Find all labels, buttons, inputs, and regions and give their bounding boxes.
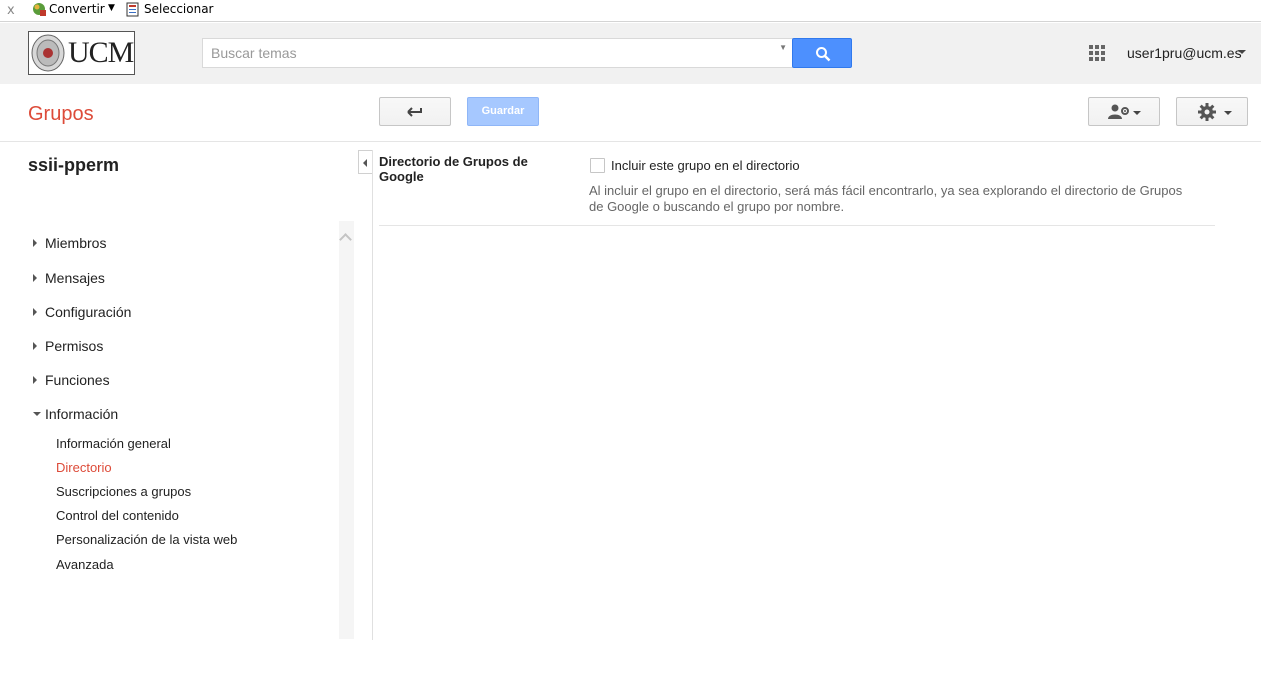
header: UCM ▼ user1pru@ucm.es xyxy=(0,23,1261,84)
include-in-directory-checkbox[interactable] xyxy=(590,158,605,173)
user-account-menu[interactable]: user1pru@ucm.es xyxy=(1127,45,1242,61)
expand-arrow-icon[interactable] xyxy=(33,274,37,282)
section-divider xyxy=(379,225,1215,226)
chevron-down-icon[interactable] xyxy=(1238,50,1246,54)
sidebar-divider xyxy=(372,150,373,640)
sidebar-item-settings[interactable]: Configuración xyxy=(45,304,131,320)
sidebar-scrollbar[interactable] xyxy=(339,221,354,639)
sidebar-item-information[interactable]: Información xyxy=(45,406,118,422)
chevron-down-icon xyxy=(1133,111,1141,115)
member-actions-button[interactable] xyxy=(1088,97,1160,126)
sidebar-subitem-advanced[interactable]: Avanzada xyxy=(56,557,114,572)
sidebar-item-members[interactable]: Miembros xyxy=(45,235,106,251)
chevron-left-icon xyxy=(363,159,367,167)
section-description: Al incluir el grupo en el directorio, se… xyxy=(589,183,1183,214)
sidebar-item-roles[interactable]: Funciones xyxy=(45,372,110,388)
chevron-down-icon xyxy=(1224,111,1232,115)
sidebar-subitem-content-control[interactable]: Control del contenido xyxy=(56,508,179,523)
select-button[interactable]: Seleccionar xyxy=(144,2,213,16)
section-title: Directorio de Grupos de Google xyxy=(379,154,528,184)
search-button[interactable] xyxy=(792,38,852,68)
chevron-up-icon[interactable] xyxy=(339,233,352,246)
logo-text: UCM xyxy=(68,36,134,69)
manage-members-icon xyxy=(1108,104,1129,119)
ucm-seal-icon xyxy=(31,34,65,72)
convert-icon xyxy=(33,3,46,16)
expand-arrow-icon[interactable] xyxy=(33,308,37,316)
sidebar-item-permissions[interactable]: Permisos xyxy=(45,338,103,354)
close-icon[interactable]: x xyxy=(7,3,15,18)
collapse-arrow-icon[interactable] xyxy=(33,412,41,416)
sidebar-subitem-group-subscriptions[interactable]: Suscripciones a grupos xyxy=(56,484,191,499)
gear-icon xyxy=(1198,103,1216,121)
select-icon xyxy=(126,2,139,17)
checkbox-label[interactable]: Incluir este grupo en el directorio xyxy=(611,158,800,173)
search-input[interactable] xyxy=(203,39,763,67)
action-bar: Grupos Guardar xyxy=(0,84,1261,142)
search-icon xyxy=(816,47,831,62)
convert-dropdown-icon[interactable]: ▼ xyxy=(108,3,115,13)
back-arrow-icon xyxy=(407,107,422,117)
search-box: ▼ xyxy=(202,38,793,68)
expand-arrow-icon[interactable] xyxy=(33,376,37,384)
sidebar-subitem-directory[interactable]: Directorio xyxy=(56,460,112,475)
ucm-logo[interactable]: UCM xyxy=(28,31,135,75)
sidebar-subitem-web-view-customization[interactable]: Personalización de la vista web xyxy=(56,532,237,547)
sidebar-item-messages[interactable]: Mensajes xyxy=(45,270,105,286)
expand-arrow-icon[interactable] xyxy=(33,342,37,350)
search-dropdown-icon[interactable]: ▼ xyxy=(779,43,787,52)
apps-grid-icon[interactable] xyxy=(1089,45,1105,61)
collapse-sidebar-button[interactable] xyxy=(358,150,373,174)
convert-button[interactable]: Convertir xyxy=(49,2,105,16)
app-title[interactable]: Grupos xyxy=(28,103,94,126)
browser-toolbar: x Convertir ▼ Seleccionar xyxy=(0,0,1261,22)
sidebar-subitem-general-info[interactable]: Información general xyxy=(56,436,171,451)
expand-arrow-icon[interactable] xyxy=(33,239,37,247)
group-name: ssii-pperm xyxy=(28,155,120,175)
settings-button[interactable] xyxy=(1176,97,1248,126)
back-button[interactable] xyxy=(379,97,451,126)
save-button[interactable]: Guardar xyxy=(467,97,539,126)
